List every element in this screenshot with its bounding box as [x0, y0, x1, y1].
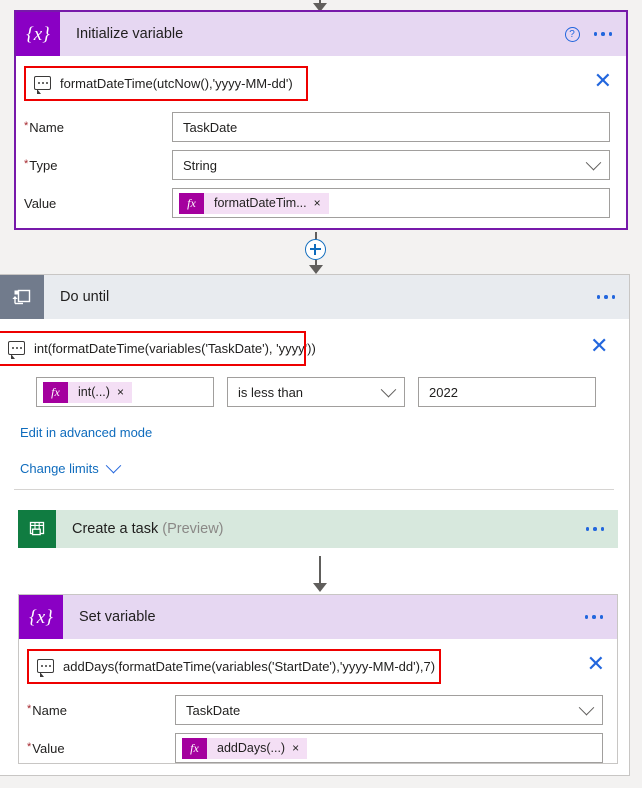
more-options-icon[interactable] [596, 295, 615, 299]
name-input-value: TaskDate [183, 119, 238, 135]
expression-row-set-variable[interactable]: addDays(formatDateTime(variables('StartD… [27, 649, 611, 683]
chevron-down-icon[interactable] [105, 457, 122, 474]
expression-chip[interactable]: int(formatDateTime(variables('TaskDate')… [0, 331, 316, 365]
expression-text: addDays(formatDateTime(variables('StartD… [63, 658, 436, 674]
type-dropdown[interactable]: String [172, 150, 610, 180]
action-card-initialize-variable[interactable]: {x} Initialize variable ? formatDateTime… [14, 10, 628, 230]
required-asterisk: * [27, 702, 32, 715]
field-label-type: * Type [24, 157, 58, 173]
value-input[interactable]: fx addDays(...) × [175, 733, 603, 763]
expression-token[interactable]: fx int(...) × [43, 381, 132, 403]
field-label-name: * Name [27, 702, 67, 718]
close-icon[interactable]: ✕ [587, 653, 605, 675]
condition-operator-dropdown[interactable]: is less than [227, 377, 405, 407]
expression-row-do-until[interactable]: int(formatDateTime(variables('TaskDate')… [0, 331, 608, 365]
chevron-down-icon[interactable] [585, 154, 602, 170]
card-header-actions [585, 527, 619, 531]
create-a-task-label: Create a task [72, 521, 159, 537]
flow-designer-canvas: {x} Initialize variable ? formatDateTime… [0, 0, 642, 788]
more-options-icon[interactable] [584, 615, 603, 619]
action-card-create-a-task[interactable]: Create a task (Preview) [18, 510, 618, 548]
connector-task-to-set-variable [313, 556, 327, 592]
token-label: addDays(...) [217, 741, 286, 755]
expression-text: int(formatDateTime(variables('TaskDate')… [34, 340, 316, 356]
field-label-value: * Value [27, 740, 65, 756]
add-step-plus-icon[interactable] [305, 239, 326, 260]
expression-tooltip-icon [8, 341, 25, 359]
close-icon[interactable]: ✕ [594, 70, 612, 92]
chevron-down-icon[interactable] [578, 699, 595, 715]
scope-divider [14, 489, 614, 490]
fx-icon: fx [179, 192, 204, 214]
expression-tooltip-icon [34, 76, 51, 94]
card-title-set-variable: Set variable [79, 609, 156, 625]
card-header-initialize-variable[interactable]: {x} Initialize variable ? [16, 12, 626, 56]
planner-board-icon [18, 510, 56, 548]
expression-text: formatDateTime(utcNow(),'yyyy-MM-dd') [60, 75, 293, 91]
name-dropdown[interactable]: TaskDate [175, 695, 603, 725]
fx-icon: fx [43, 381, 68, 403]
name-dropdown-value: TaskDate [186, 702, 241, 718]
remove-token-icon[interactable]: × [314, 196, 329, 210]
remove-token-icon[interactable]: × [117, 385, 132, 399]
variable-x-icon: {x} [19, 595, 63, 639]
help-question-icon[interactable]: ? [564, 26, 580, 42]
condition-right-operand[interactable]: 2022 [418, 377, 596, 407]
name-input[interactable]: TaskDate [172, 112, 610, 142]
required-asterisk: * [24, 157, 29, 170]
condition-operator-value: is less than [238, 384, 304, 400]
more-options-icon[interactable] [585, 527, 604, 531]
card-header-set-variable[interactable]: {x} Set variable [19, 595, 617, 639]
required-asterisk: * [24, 119, 29, 132]
card-title-create-a-task: Create a task (Preview) [56, 521, 586, 537]
field-row-value: Value fx formatDateTim... × [24, 188, 622, 218]
field-label-name: * Name [24, 119, 64, 135]
more-options-icon[interactable] [593, 32, 612, 36]
action-card-set-variable[interactable]: {x} Set variable addDays(formatDateTime(… [18, 594, 618, 764]
field-label-value: Value [24, 195, 57, 211]
condition-right-value: 2022 [429, 384, 458, 400]
value-input[interactable]: fx formatDateTim... × [172, 188, 610, 218]
token-label: formatDateTim... [214, 196, 307, 210]
card-header-actions [584, 615, 618, 619]
expression-tooltip-icon [37, 659, 54, 677]
edit-in-advanced-mode-link[interactable]: Edit in advanced mode [20, 425, 152, 440]
card-header-do-until[interactable]: Do until [0, 275, 629, 319]
required-asterisk: * [27, 740, 32, 753]
condition-row: fx int(...) × is less than 2022 [36, 377, 616, 407]
do-until-loop-icon [0, 275, 44, 319]
condition-left-operand[interactable]: fx int(...) × [36, 377, 214, 407]
token-label: int(...) [78, 385, 110, 399]
field-row-type: * Type String [24, 150, 622, 180]
field-row-name: * Name TaskDate [24, 112, 622, 142]
expression-token[interactable]: fx addDays(...) × [182, 737, 308, 759]
card-header-actions: ? [564, 26, 627, 42]
change-limits-label: Change limits [20, 461, 99, 476]
expression-token[interactable]: fx formatDateTim... × [179, 192, 329, 214]
type-dropdown-value: String [183, 157, 217, 173]
field-row-name: * Name TaskDate [27, 695, 611, 725]
change-limits-link[interactable]: Change limits [20, 457, 122, 476]
remove-token-icon[interactable]: × [292, 741, 307, 755]
card-title-initialize-variable: Initialize variable [76, 26, 184, 42]
expression-chip[interactable]: addDays(formatDateTime(variables('StartD… [27, 649, 439, 683]
expression-chip[interactable]: formatDateTime(utcNow(),'yyyy-MM-dd') [24, 66, 306, 100]
variable-x-icon: {x} [16, 12, 60, 56]
preview-badge: (Preview) [162, 521, 224, 537]
edit-in-advanced-mode-label: Edit in advanced mode [20, 425, 153, 440]
field-row-value: * Value fx addDays(...) × [27, 733, 611, 763]
close-icon[interactable]: ✕ [590, 335, 608, 357]
expression-row-initialize-variable[interactable]: formatDateTime(utcNow(),'yyyy-MM-dd') ✕ [24, 66, 618, 100]
card-header-actions [596, 295, 630, 299]
connector-add-step[interactable] [305, 232, 326, 274]
card-title-do-until: Do until [60, 289, 110, 305]
fx-icon: fx [182, 737, 207, 759]
chevron-down-icon[interactable] [380, 381, 397, 397]
card-header-create-a-task[interactable]: Create a task (Preview) [18, 510, 618, 548]
